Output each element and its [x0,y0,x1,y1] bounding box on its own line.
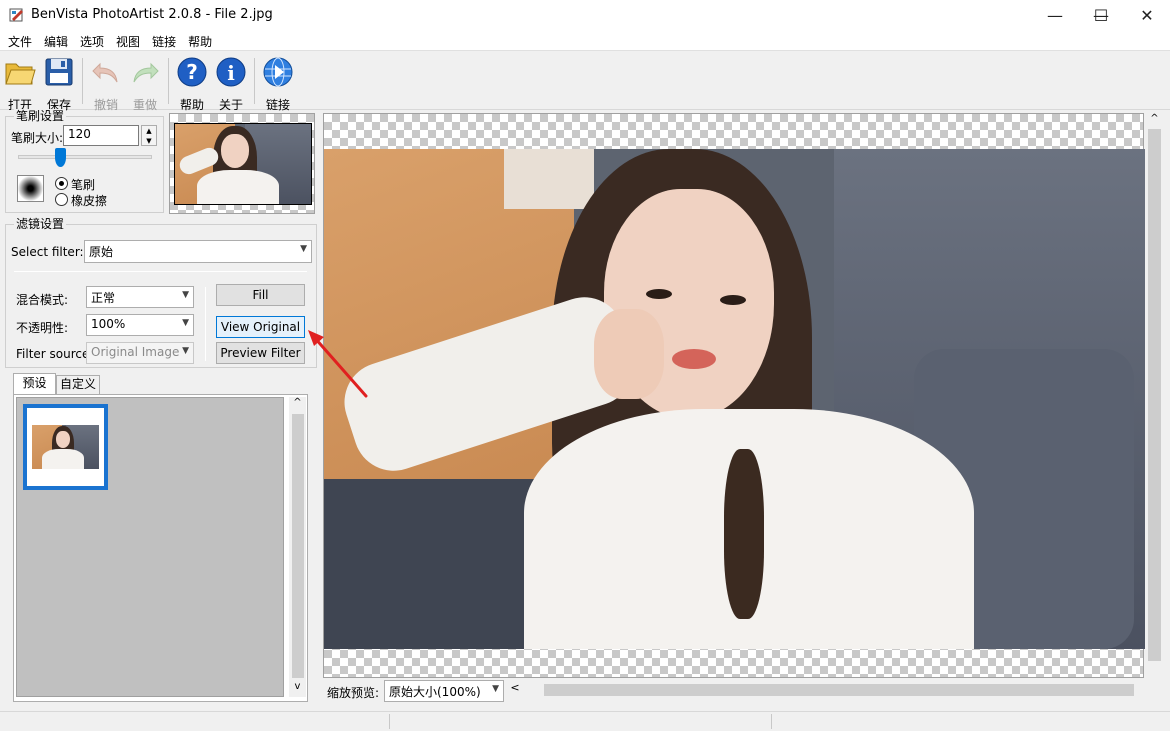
scroll-thumb[interactable] [1148,129,1161,661]
filter-group-title: 滤镜设置 [14,217,67,231]
image-canvas[interactable] [323,113,1145,678]
redo-button[interactable]: 重做 [127,56,163,112]
redo-arrow-icon [133,62,159,83]
menu-help[interactable]: 帮助 [182,30,218,50]
select-filter-dropdown[interactable]: 原始 ▼ [84,240,312,263]
close-icon: ✕ [1140,5,1154,25]
svg-text:?: ? [186,60,198,84]
navigator-thumbnail[interactable] [169,113,315,214]
preset-thumbnail [32,425,99,469]
svg-text:i: i [227,61,235,85]
folder-open-icon [5,63,36,85]
tab-custom[interactable]: 自定义 [56,375,100,394]
navigator-image [174,123,312,205]
about-button[interactable]: i 关于 [213,56,249,112]
menu-edit[interactable]: 编辑 [38,30,74,50]
brush-radio[interactable] [55,177,68,190]
question-icon: ? [177,57,207,87]
toolbar-separator [168,58,169,104]
brush-size-slider-track[interactable] [18,155,152,159]
link-button[interactable]: 链接 [260,56,296,112]
scroll-up-icon[interactable]: ^ [1146,113,1163,128]
brush-size-label: 笔刷大小: [11,131,64,145]
window-title: BenVista PhotoArtist 2.0.8 - File 2.jpg [31,7,273,22]
filter-vertical-divider [205,287,206,361]
menu-options[interactable]: 选项 [74,30,110,50]
spin-up-icon[interactable]: ▲ [142,126,156,136]
blend-mode-label: 混合模式: [16,293,69,307]
globe-link-icon [263,57,293,87]
info-icon: i [216,57,246,87]
maximize-button[interactable]: ☐ [1078,0,1124,30]
save-button[interactable]: 保存 [41,56,77,112]
minimize-button-2[interactable]: — [1032,0,1078,30]
maximize-icon: ☐ [1093,5,1109,25]
toolbar: 打开 保存 撤销 重做 ? 帮助 i 关于 链接 [0,52,1170,112]
fill-button[interactable]: Fill [216,284,305,306]
brush-group-title: 笔刷设置 [14,109,67,123]
toolbar-separator [254,58,255,104]
app-icon [9,8,23,22]
title-bar: BenVista PhotoArtist 2.0.8 - File 2.jpg … [0,0,1170,30]
eraser-radio-label: 橡皮擦 [71,194,108,208]
opacity-dropdown[interactable]: 100% ▼ [86,314,194,336]
close-button[interactable]: ✕ [1124,0,1170,30]
brush-size-spinner[interactable]: ▲ ▼ [141,125,157,146]
tab-preset[interactable]: 预设 [13,373,56,394]
select-filter-label: Select filter: [11,245,84,259]
scroll-thumb[interactable] [544,684,1134,696]
chevron-down-icon: ▼ [300,244,307,254]
filter-source-dropdown[interactable]: Original Image ▼ [86,342,194,364]
chevron-down-icon: ▼ [182,290,189,300]
toolbar-separator [82,58,83,104]
menu-file[interactable]: 文件 [2,30,38,50]
view-original-button[interactable]: View Original [216,316,305,338]
undo-arrow-icon [92,62,118,83]
zoom-dropdown[interactable]: 原始大小(100%) ▼ [384,680,504,702]
status-bar [0,711,1170,731]
scroll-down-icon[interactable]: v [289,681,306,696]
undo-button[interactable]: 撤销 [88,56,124,112]
canvas-area: ^ 缩放预览: 原始大小(100%) ▼ < [320,111,1170,711]
brush-size-input[interactable]: 120 [63,125,139,146]
control-panel: 笔刷设置 笔刷大小: 120 ▲ ▼ 笔刷 橡皮擦 滤镜设置 Select fi… [0,109,320,711]
eraser-radio[interactable] [55,193,68,206]
help-button[interactable]: ? 帮助 [174,56,210,112]
scroll-left-icon[interactable]: < [508,681,522,699]
floppy-disk-icon [45,58,73,86]
brush-size-slider-thumb[interactable] [54,148,66,167]
chevron-down-icon: ▼ [492,684,499,694]
opacity-label: 不透明性: [16,321,69,335]
preset-list-scrollbar[interactable]: ^ v [289,397,306,697]
filter-divider [14,271,307,272]
menu-link[interactable]: 链接 [146,30,182,50]
zoom-label: 缩放预览: [327,686,380,700]
brush-preview [17,175,44,202]
minimize-icon: — [1047,5,1063,25]
brush-radio-label: 笔刷 [71,178,96,192]
menu-bar: 文件 编辑 选项 视图 链接 帮助 [0,30,1170,51]
main-image[interactable] [324,149,1145,649]
status-pane-1 [0,714,390,729]
filter-source-label: Filter source: [16,347,94,361]
spin-down-icon[interactable]: ▼ [142,136,156,146]
annotation-arrow-icon [308,330,368,398]
blend-mode-dropdown[interactable]: 正常 ▼ [86,286,194,308]
canvas-vscrollbar[interactable]: ^ [1146,113,1163,678]
status-pane-2 [392,714,772,729]
preset-item-selected[interactable] [23,404,108,490]
preview-filter-button[interactable]: Preview Filter [216,342,305,364]
menu-view[interactable]: 视图 [110,30,146,50]
canvas-hscrollbar[interactable]: < [508,681,1148,699]
scroll-thumb[interactable] [292,414,304,678]
chevron-down-icon: ▼ [182,318,189,328]
chevron-down-icon: ▼ [182,346,189,356]
open-button[interactable]: 打开 [2,56,38,112]
